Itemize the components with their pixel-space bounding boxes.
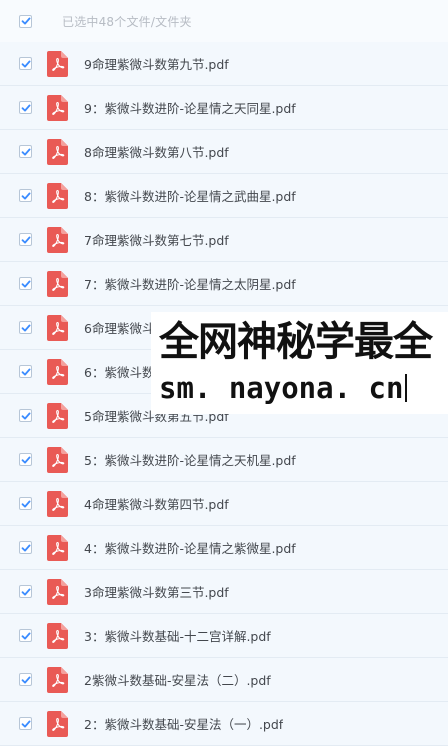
pdf-icon	[47, 270, 68, 297]
checkmark-icon	[21, 368, 31, 375]
pdf-icon	[47, 226, 68, 253]
file-name[interactable]: 9命理紫微斗数第九节.pdf	[84, 54, 229, 73]
pdf-icon	[47, 710, 68, 737]
file-checkbox[interactable]	[19, 145, 32, 158]
file-row[interactable]: 2紫微斗数基础-安星法（二）.pdf	[0, 658, 448, 702]
file-checkbox[interactable]	[19, 453, 32, 466]
file-checkbox[interactable]	[19, 277, 32, 290]
checkmark-icon	[21, 632, 31, 639]
file-row[interactable]: 8：紫微斗数进阶-论星情之武曲星.pdf	[0, 174, 448, 218]
file-checkbox[interactable]	[19, 321, 32, 334]
file-checkbox[interactable]	[19, 189, 32, 202]
file-row[interactable]: 8命理紫微斗数第八节.pdf	[0, 130, 448, 174]
file-row[interactable]: 4：紫微斗数进阶-论星情之紫微星.pdf	[0, 526, 448, 570]
selection-count-label: 已选中48个文件/文件夹	[62, 14, 192, 29]
select-all-checkbox[interactable]	[19, 14, 32, 28]
pdf-icon	[47, 50, 68, 77]
file-row[interactable]: 9命理紫微斗数第九节.pdf	[0, 42, 448, 86]
checkmark-icon	[21, 236, 31, 243]
file-name[interactable]: 4命理紫微斗数第四节.pdf	[84, 494, 229, 513]
pdf-icon	[47, 358, 68, 385]
file-checkbox[interactable]	[19, 409, 32, 422]
file-checkbox[interactable]	[19, 585, 32, 598]
pdf-icon	[47, 490, 68, 517]
text-cursor	[405, 374, 408, 402]
file-row[interactable]: 7命理紫微斗数第七节.pdf	[0, 218, 448, 262]
pdf-icon	[47, 534, 68, 561]
checkmark-icon	[21, 676, 31, 683]
pdf-icon	[47, 314, 68, 341]
file-name[interactable]: 7命理紫微斗数第七节.pdf	[84, 230, 229, 249]
checkmark-icon	[21, 60, 31, 67]
file-name[interactable]: 3命理紫微斗数第三节.pdf	[84, 582, 229, 601]
checkmark-icon	[21, 324, 31, 331]
pdf-icon	[47, 94, 68, 121]
file-checkbox[interactable]	[19, 57, 32, 70]
pdf-icon	[47, 666, 68, 693]
file-row[interactable]: 5：紫微斗数进阶-论星情之天机星.pdf	[0, 438, 448, 482]
checkmark-icon	[21, 720, 31, 727]
checkmark-icon	[21, 500, 31, 507]
pdf-icon	[47, 402, 68, 429]
watermark-url: sm. nayona. cn	[159, 371, 404, 405]
file-row[interactable]: 2：紫微斗数基础-安星法（一）.pdf	[0, 702, 448, 746]
watermark-overlay: 全网神秘学最全 sm. nayona. cn	[151, 312, 448, 414]
pdf-icon	[47, 622, 68, 649]
file-row[interactable]: 9：紫微斗数进阶-论星情之天同星.pdf	[0, 86, 448, 130]
file-name[interactable]: 7：紫微斗数进阶-论星情之太阴星.pdf	[84, 274, 296, 293]
file-row[interactable]: 3命理紫微斗数第三节.pdf	[0, 570, 448, 614]
watermark-url-line: sm. nayona. cn	[159, 370, 408, 406]
pdf-icon	[47, 578, 68, 605]
selection-header: 已选中48个文件/文件夹	[0, 0, 448, 43]
file-name[interactable]: 3：紫微斗数基础-十二宫详解.pdf	[84, 626, 271, 645]
file-checkbox[interactable]	[19, 673, 32, 686]
file-name[interactable]: 6命理紫微斗	[84, 318, 154, 337]
file-checkbox[interactable]	[19, 101, 32, 114]
file-name[interactable]: 2紫微斗数基础-安星法（二）.pdf	[84, 670, 271, 689]
file-row[interactable]: 3：紫微斗数基础-十二宫详解.pdf	[0, 614, 448, 658]
checkmark-icon	[21, 148, 31, 155]
file-name[interactable]: 5：紫微斗数进阶-论星情之天机星.pdf	[84, 450, 296, 469]
file-checkbox[interactable]	[19, 629, 32, 642]
file-name[interactable]: 2：紫微斗数基础-安星法（一）.pdf	[84, 714, 283, 733]
file-name[interactable]: 4：紫微斗数进阶-论星情之紫微星.pdf	[84, 538, 296, 557]
file-checkbox[interactable]	[19, 233, 32, 246]
checkmark-icon	[21, 544, 31, 551]
watermark-title: 全网神秘学最全	[159, 319, 433, 365]
file-row[interactable]: 4命理紫微斗数第四节.pdf	[0, 482, 448, 526]
checkmark-icon	[21, 104, 31, 111]
file-name[interactable]: 8：紫微斗数进阶-论星情之武曲星.pdf	[84, 186, 296, 205]
file-name[interactable]: 8命理紫微斗数第八节.pdf	[84, 142, 229, 161]
checkmark-icon	[21, 456, 31, 463]
file-checkbox[interactable]	[19, 365, 32, 378]
checkmark-icon	[21, 192, 31, 199]
checkmark-icon	[21, 412, 31, 419]
file-name[interactable]: 9：紫微斗数进阶-论星情之天同星.pdf	[84, 98, 296, 117]
pdf-icon	[47, 138, 68, 165]
checkmark-icon	[21, 588, 31, 595]
checkmark-icon	[21, 280, 31, 287]
file-checkbox[interactable]	[19, 541, 32, 554]
file-name[interactable]: 6：紫微斗数	[84, 362, 154, 381]
file-checkbox[interactable]	[19, 717, 32, 730]
pdf-icon	[47, 446, 68, 473]
file-row[interactable]: 7：紫微斗数进阶-论星情之太阴星.pdf	[0, 262, 448, 306]
checkmark-icon	[21, 17, 31, 25]
pdf-icon	[47, 182, 68, 209]
file-checkbox[interactable]	[19, 497, 32, 510]
